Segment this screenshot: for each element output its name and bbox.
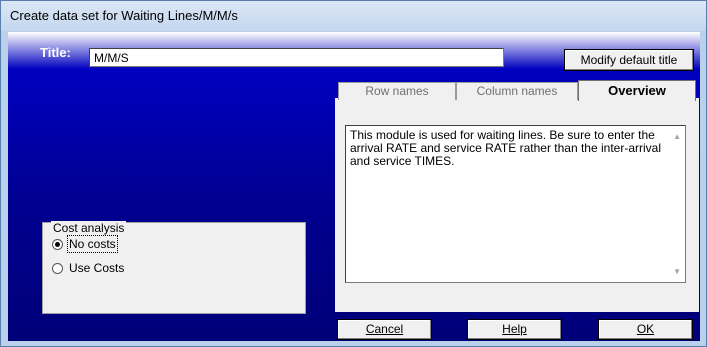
scroll-down-icon[interactable]: ▼ bbox=[673, 265, 681, 278]
overview-text-area[interactable]: This module is used for waiting lines. B… bbox=[345, 125, 686, 283]
window-title: Create data set for Waiting Lines/M/M/s bbox=[10, 8, 238, 23]
tab-column-names[interactable]: Column names bbox=[456, 82, 578, 100]
radio-use-costs-label: Use Costs bbox=[69, 261, 125, 275]
radio-no-costs[interactable]: No costs bbox=[52, 235, 118, 253]
radio-use-costs[interactable]: Use Costs bbox=[52, 261, 124, 275]
radio-unchecked-icon[interactable] bbox=[52, 262, 63, 274]
scroll-up-icon[interactable]: ▲ bbox=[673, 130, 681, 143]
radio-no-costs-label: No costs bbox=[67, 235, 118, 253]
cost-analysis-label: Cost analysis bbox=[51, 221, 127, 235]
help-button[interactable]: Help bbox=[467, 319, 562, 340]
title-bar[interactable]: Create data set for Waiting Lines/M/M/s bbox=[1, 1, 706, 31]
tab-row-names[interactable]: Row names bbox=[338, 82, 456, 100]
ok-label: OK bbox=[636, 322, 655, 336]
ok-button[interactable]: OK bbox=[598, 319, 693, 340]
dialog-body: Title: M/M/S Modify default title Row na… bbox=[8, 32, 700, 341]
cost-analysis-group: Cost analysis No costs Use Costs bbox=[42, 221, 306, 314]
cancel-label: Cancel bbox=[365, 322, 404, 336]
modify-default-title-button[interactable]: Modify default title bbox=[564, 49, 694, 71]
title-input[interactable]: M/M/S bbox=[89, 48, 504, 67]
tab-overview[interactable]: Overview bbox=[578, 80, 696, 101]
radio-checked-icon[interactable] bbox=[52, 238, 63, 250]
tab-panel: Row names Column names Overview This mod… bbox=[335, 80, 699, 312]
dialog-window: Create data set for Waiting Lines/M/M/s … bbox=[0, 0, 707, 347]
cancel-button[interactable]: Cancel bbox=[337, 319, 432, 340]
overview-text: This module is used for waiting lines. B… bbox=[350, 128, 661, 168]
help-label: Help bbox=[502, 322, 527, 336]
title-label: Title: bbox=[40, 45, 71, 60]
